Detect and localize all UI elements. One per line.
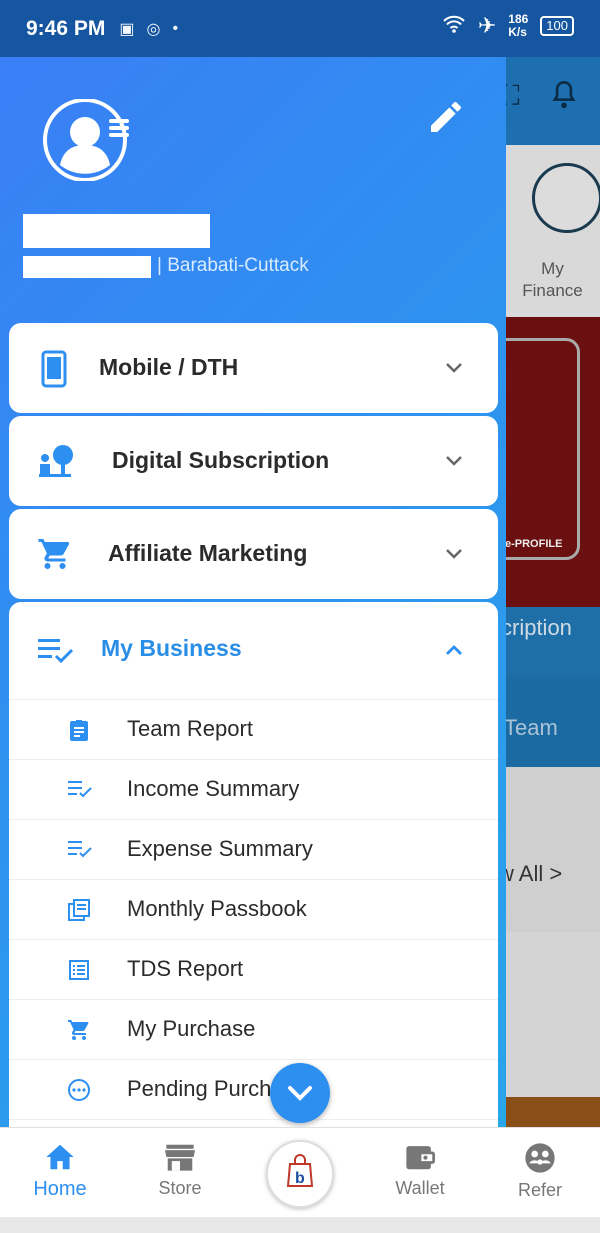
finance-label-line2: Finance bbox=[522, 281, 583, 300]
avatar[interactable] bbox=[42, 98, 132, 182]
sync-icon: ◎ bbox=[146, 20, 161, 38]
list-check-icon bbox=[67, 838, 92, 862]
business-item-team-report[interactable]: Team Report bbox=[9, 700, 498, 760]
nav-refer[interactable]: Refer bbox=[490, 1142, 590, 1201]
bottom-navigation: Home Store b Wallet Refer bbox=[0, 1127, 600, 1217]
passbook-icon bbox=[67, 898, 91, 922]
business-item-my-purchase[interactable]: My Purchase bbox=[9, 1000, 498, 1060]
nav-home[interactable]: Home bbox=[10, 1142, 110, 1201]
user-name-redacted bbox=[23, 214, 210, 248]
notification-icon: ▣ bbox=[119, 20, 135, 38]
wallet-icon bbox=[406, 1146, 435, 1170]
status-right: ✈ 186 K/s 100 bbox=[442, 13, 574, 39]
business-item-label: Expense Summary bbox=[127, 836, 313, 861]
nav-store-label: Store bbox=[158, 1178, 202, 1198]
wifi-icon bbox=[442, 14, 466, 39]
bg-tab2-label: Team bbox=[504, 715, 558, 740]
network-speed: 186 K/s bbox=[508, 13, 528, 39]
bg-team-tab: Team bbox=[500, 677, 600, 767]
shopping-cart-icon bbox=[37, 536, 73, 572]
bg-top-icons: ⛶ bbox=[500, 80, 578, 117]
bg-promo-text: e-PROFILE bbox=[505, 538, 563, 550]
business-item-label: My Purchase bbox=[127, 1016, 256, 1041]
status-time: 9:46 PM bbox=[26, 16, 106, 40]
business-item-monthly-passbook[interactable]: Monthly Passbook bbox=[9, 880, 498, 940]
menu-my-business: My Business Team Report Income Summary E… bbox=[9, 602, 498, 1127]
business-item-label: Monthly Passbook bbox=[127, 896, 307, 921]
chevron-up-icon bbox=[442, 638, 466, 667]
bg-orange-strip bbox=[500, 1097, 600, 1127]
bg-view-all-label: w All > bbox=[498, 861, 563, 886]
bell-icon[interactable] bbox=[550, 80, 578, 117]
bg-finance-label: My Finance bbox=[505, 258, 600, 302]
user-id-redacted bbox=[23, 256, 151, 278]
finance-icon bbox=[532, 163, 600, 233]
speed-value: 186 bbox=[508, 12, 529, 26]
chevron-down-icon bbox=[442, 542, 466, 566]
dot-icon: • bbox=[172, 19, 179, 37]
mobile-phone-icon bbox=[41, 350, 77, 388]
business-item-tds-report[interactable]: TDS Report bbox=[9, 940, 498, 1000]
menu-mobile-dth-label: Mobile / DTH bbox=[99, 354, 239, 380]
navigation-drawer: | Barabati-Cuttack Mobile / DTH Digital … bbox=[0, 57, 506, 1127]
home-icon bbox=[46, 1144, 74, 1170]
shopping-bag-logo-icon: b bbox=[286, 1154, 314, 1187]
clipboard-icon bbox=[67, 718, 91, 742]
menu-affiliate-marketing[interactable]: Affiliate Marketing bbox=[9, 509, 498, 599]
pending-icon bbox=[67, 1078, 91, 1102]
business-item-expense-summary[interactable]: Expense Summary bbox=[9, 820, 498, 880]
business-item-income-summary[interactable]: Income Summary bbox=[9, 760, 498, 820]
bg-subscription-tab: scription bbox=[490, 607, 600, 677]
refer-people-icon bbox=[525, 1143, 555, 1173]
user-location: | Barabati-Cuttack bbox=[157, 255, 309, 276]
chevron-down-icon bbox=[442, 356, 466, 380]
finance-label-line1: My bbox=[541, 259, 564, 278]
nav-refer-label: Refer bbox=[517, 1180, 562, 1200]
airplane-icon: ✈ bbox=[477, 13, 497, 38]
svg-text:b: b bbox=[295, 1170, 305, 1187]
store-icon bbox=[165, 1144, 195, 1171]
scroll-down-button[interactable] bbox=[270, 1063, 330, 1123]
nav-wallet-label: Wallet bbox=[395, 1178, 445, 1198]
status-bar: 9:46 PM ▣ ◎ • ✈ 186 K/s 100 bbox=[0, 0, 600, 57]
list-check-icon bbox=[37, 636, 75, 671]
list-check-icon bbox=[67, 778, 92, 802]
report-list-icon bbox=[67, 958, 91, 982]
my-business-header[interactable]: My Business bbox=[9, 602, 498, 700]
nav-home-label: Home bbox=[33, 1178, 87, 1200]
battery-icon: 100 bbox=[540, 16, 574, 36]
nav-wallet[interactable]: Wallet bbox=[370, 1142, 470, 1199]
digital-subscription-icon bbox=[37, 442, 73, 478]
menu-affiliate-marketing-label: Affiliate Marketing bbox=[108, 540, 308, 566]
edit-profile-button[interactable] bbox=[426, 97, 466, 137]
nav-center-shop-button[interactable]: b bbox=[266, 1140, 334, 1208]
system-bar bbox=[0, 1217, 600, 1233]
menu-mobile-dth[interactable]: Mobile / DTH bbox=[9, 323, 498, 413]
chevron-down-icon bbox=[288, 1086, 312, 1101]
cart-icon bbox=[67, 1018, 91, 1042]
bg-section bbox=[500, 932, 600, 1097]
menu-my-business-label: My Business bbox=[101, 635, 242, 661]
business-item-label: TDS Report bbox=[127, 956, 244, 981]
menu-digital-subscription-label: Digital Subscription bbox=[112, 447, 330, 473]
business-item-label: Income Summary bbox=[127, 776, 300, 801]
business-item-pending-purchase[interactable]: Pending Purchase bbox=[9, 1060, 498, 1120]
speed-unit: K/s bbox=[508, 25, 527, 39]
business-item-label: Team Report bbox=[127, 716, 253, 741]
nav-store[interactable]: Store bbox=[130, 1142, 230, 1199]
menu-digital-subscription[interactable]: Digital Subscription bbox=[9, 416, 498, 506]
chevron-down-icon bbox=[442, 449, 466, 473]
bg-view-all-section: w All > bbox=[498, 767, 600, 932]
